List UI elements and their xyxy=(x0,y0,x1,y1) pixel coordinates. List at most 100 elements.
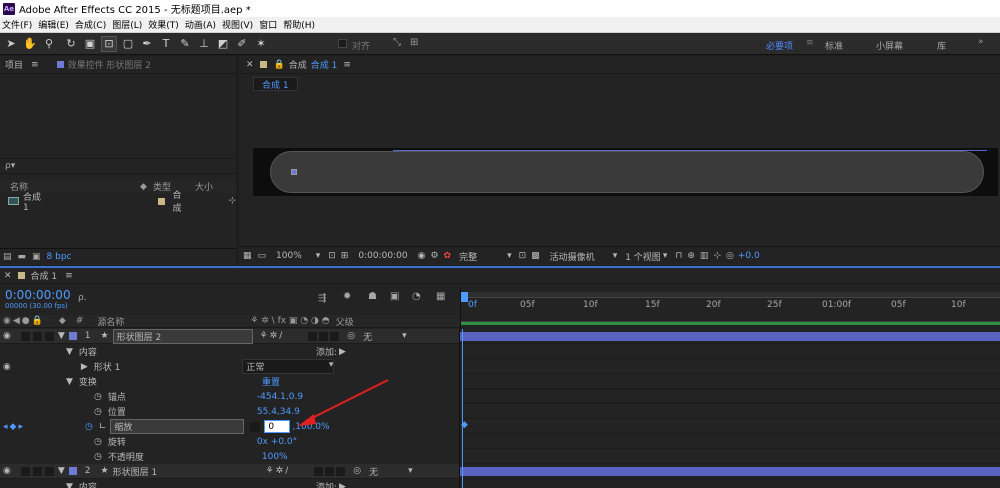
col-parent[interactable]: 父级 xyxy=(336,315,354,328)
flowchart-icon[interactable]: ⊹ xyxy=(228,196,236,206)
keyframe-nav-prev-icon[interactable]: ◂ xyxy=(3,422,8,432)
resolution-select[interactable]: 完整 xyxy=(459,250,477,263)
rotation-value[interactable]: 0x +0.0° xyxy=(257,437,297,447)
stopwatch-icon[interactable]: ◷ xyxy=(94,437,102,447)
show-channel-icon[interactable]: ⚙ xyxy=(430,251,438,261)
menu-layer[interactable]: 图层(L) xyxy=(110,18,146,31)
workspace-menu-icon[interactable]: ≡ xyxy=(806,38,814,48)
contents-row[interactable]: ▼ 内容 添加: ▶ xyxy=(0,344,460,359)
project-item-row[interactable]: 合成 1 合成 ⊹ xyxy=(0,191,236,214)
video-visible-icon[interactable]: ◉ xyxy=(3,466,11,476)
parent-select[interactable]: 无 xyxy=(363,330,372,343)
add-button-icon[interactable]: ▶ xyxy=(339,482,346,488)
layer-1-duration-bar[interactable] xyxy=(460,332,1000,341)
reset-exposure-icon[interactable]: ◎ xyxy=(726,251,734,261)
hand-tool-icon[interactable]: ✋ xyxy=(22,36,38,52)
expand-chevron-icon[interactable]: ▼ xyxy=(58,331,65,341)
stopwatch-icon[interactable]: ◷ xyxy=(94,452,102,462)
parent-chevron-icon[interactable]: ▾ xyxy=(408,466,413,476)
clone-stamp-tool-icon[interactable]: ⊥ xyxy=(196,36,212,52)
project-tab[interactable]: 项目 xyxy=(5,58,23,71)
stopwatch-icon[interactable]: ◷ xyxy=(94,392,102,402)
audio-switch-icon[interactable]: ◀ xyxy=(13,316,20,326)
collapse-switch-icon[interactable]: ✲ xyxy=(276,466,284,476)
comp-mini-flowchart-icon[interactable]: ⇶ xyxy=(318,293,326,304)
workspace-essentials[interactable]: 必要项 xyxy=(766,39,793,52)
layer-1-track[interactable] xyxy=(460,329,1000,344)
col-source-name[interactable]: 源名称 xyxy=(97,315,124,328)
frame-blend-switch[interactable] xyxy=(325,466,335,476)
pan-behind-tool-icon[interactable]: ⊡ xyxy=(101,35,117,52)
layer-name[interactable]: 形状图层 1 xyxy=(113,465,253,478)
shape-row[interactable]: ◉ ▶ 形状 1 正常 ▾ xyxy=(0,359,460,374)
effects-controls-tab[interactable]: 效果控件 形状图层 2 xyxy=(68,58,151,71)
shy-switch-icon[interactable]: ⚘ xyxy=(260,331,268,341)
draft-3d-icon[interactable]: ✹ xyxy=(343,291,351,302)
eraser-tool-icon[interactable]: ◩ xyxy=(215,36,231,52)
frame-blend-switch[interactable] xyxy=(319,331,329,341)
always-preview-icon[interactable]: ▦ xyxy=(243,251,252,261)
col-size[interactable]: 大小 xyxy=(195,180,213,193)
timeline-timecode[interactable]: 0:00:00:00 xyxy=(5,288,71,302)
fast-preview-icon[interactable]: ⊕ xyxy=(687,251,695,261)
stopwatch-active-icon[interactable]: ◷ xyxy=(85,422,93,432)
pen-tool-icon[interactable]: ✒ xyxy=(139,36,155,52)
brush-tool-icon[interactable]: ✎ xyxy=(177,36,193,52)
opacity-row[interactable]: ◷ 不透明度 100% xyxy=(0,449,460,464)
camera-chevron-icon[interactable]: ▾ xyxy=(613,251,618,261)
snap-arrow-icon[interactable]: ⤡ xyxy=(393,37,401,48)
shy-layers-icon[interactable]: ☗ xyxy=(368,291,377,302)
parent-select[interactable]: 无 xyxy=(369,465,378,478)
scale-track[interactable]: ◆ xyxy=(460,419,1000,434)
comp-canvas[interactable] xyxy=(253,148,998,196)
lock-toggle[interactable] xyxy=(44,331,54,341)
shape-tool-icon[interactable]: ▢ xyxy=(120,36,136,52)
opacity-value[interactable]: 100% xyxy=(262,452,288,462)
audio-toggle[interactable] xyxy=(20,331,30,341)
rotation-row[interactable]: ◷ 旋转 0x +0.0° xyxy=(0,434,460,449)
fx-switch[interactable] xyxy=(314,466,324,476)
solo-toggle[interactable] xyxy=(32,331,42,341)
stopwatch-icon[interactable]: ◷ xyxy=(94,407,102,417)
solo-toggle[interactable] xyxy=(32,466,42,476)
region-of-interest-icon[interactable]: ⊡ xyxy=(519,251,527,261)
color-channel-icon[interactable]: ✿ xyxy=(444,251,452,261)
time-ruler[interactable]: 0f 05f 10f 15f 20f 25f 01:00f 05f 10f xyxy=(460,288,1000,330)
new-folder-icon[interactable]: ▬ xyxy=(18,252,27,262)
camera-tool-icon[interactable]: ▣ xyxy=(82,36,98,52)
panel-menu-icon[interactable]: ≡ xyxy=(65,271,73,281)
motion-blur-switch[interactable] xyxy=(336,466,346,476)
rotate-tool-icon[interactable]: ↻ xyxy=(63,36,79,52)
expand-chevron-icon[interactable]: ▼ xyxy=(66,377,73,387)
shy-switch-icon[interactable]: ⚘ xyxy=(266,466,274,476)
solo-switch-icon[interactable]: ● xyxy=(22,316,30,326)
zoom-chevron-icon[interactable]: ▾ xyxy=(316,251,321,261)
new-composition-icon[interactable]: ▣ xyxy=(32,252,41,262)
bpc-button[interactable]: 8 bpc xyxy=(47,252,72,262)
zoom-tool-icon[interactable]: ⚲ xyxy=(41,36,57,52)
menu-file[interactable]: 文件(F) xyxy=(0,18,36,31)
menu-help[interactable]: 帮助(H) xyxy=(281,18,319,31)
layer-row-1[interactable]: ◉ ▼ 1 ★ 形状图层 2 ⚘ ✲ / ◎ 无 ▾ xyxy=(0,328,460,344)
collapse-switch-icon[interactable]: ✲ xyxy=(270,331,278,341)
expand-chevron-icon[interactable]: ▼ xyxy=(66,347,73,357)
puppet-pin-tool-icon[interactable]: ✶ xyxy=(253,36,269,52)
selection-tool-icon[interactable]: ➤ xyxy=(3,36,19,52)
scale-link-toggle[interactable] xyxy=(250,421,261,432)
panel-close-icon[interactable]: ✕ xyxy=(4,271,12,281)
layer-label-swatch[interactable] xyxy=(68,332,77,340)
timeline-icon[interactable]: ▥ xyxy=(700,251,709,261)
roto-brush-tool-icon[interactable]: ✐ xyxy=(234,36,250,52)
frame-blending-icon[interactable]: ▣ xyxy=(390,291,399,302)
lock-switch-icon[interactable]: 🔒 xyxy=(32,316,43,326)
menu-edit[interactable]: 编辑(E) xyxy=(36,18,73,31)
panel-close-icon[interactable]: ✕ xyxy=(246,60,254,70)
pickwhip-icon[interactable]: ◎ xyxy=(347,331,355,341)
comp-tab-name[interactable]: 合成 1 xyxy=(311,58,338,71)
timeline-tab[interactable]: 合成 1 xyxy=(31,269,58,282)
menu-window[interactable]: 窗口 xyxy=(257,18,281,31)
views-chevron-icon[interactable]: ▾ xyxy=(663,251,668,261)
expand-chevron-icon[interactable]: ▶ xyxy=(81,362,88,372)
layer-row-2[interactable]: ◉ ▼ 2 ★ 形状图层 1 ⚘ ✲ / ◎ 无 ▾ xyxy=(0,464,460,479)
keyframe-nav-next-icon[interactable]: ▸ xyxy=(18,422,23,432)
